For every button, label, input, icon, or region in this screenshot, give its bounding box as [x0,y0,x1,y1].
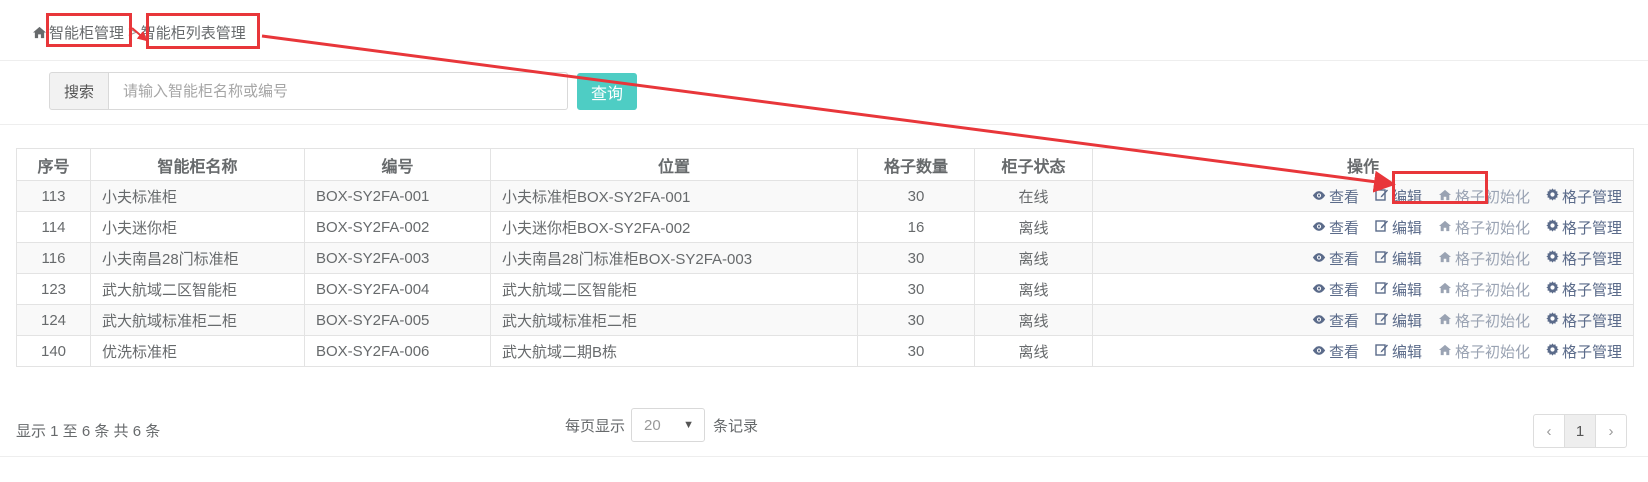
annotation-arrows [131,27,1396,193]
annotation-arrow-large [261,34,1396,193]
annotation-arrow-small [131,27,148,42]
